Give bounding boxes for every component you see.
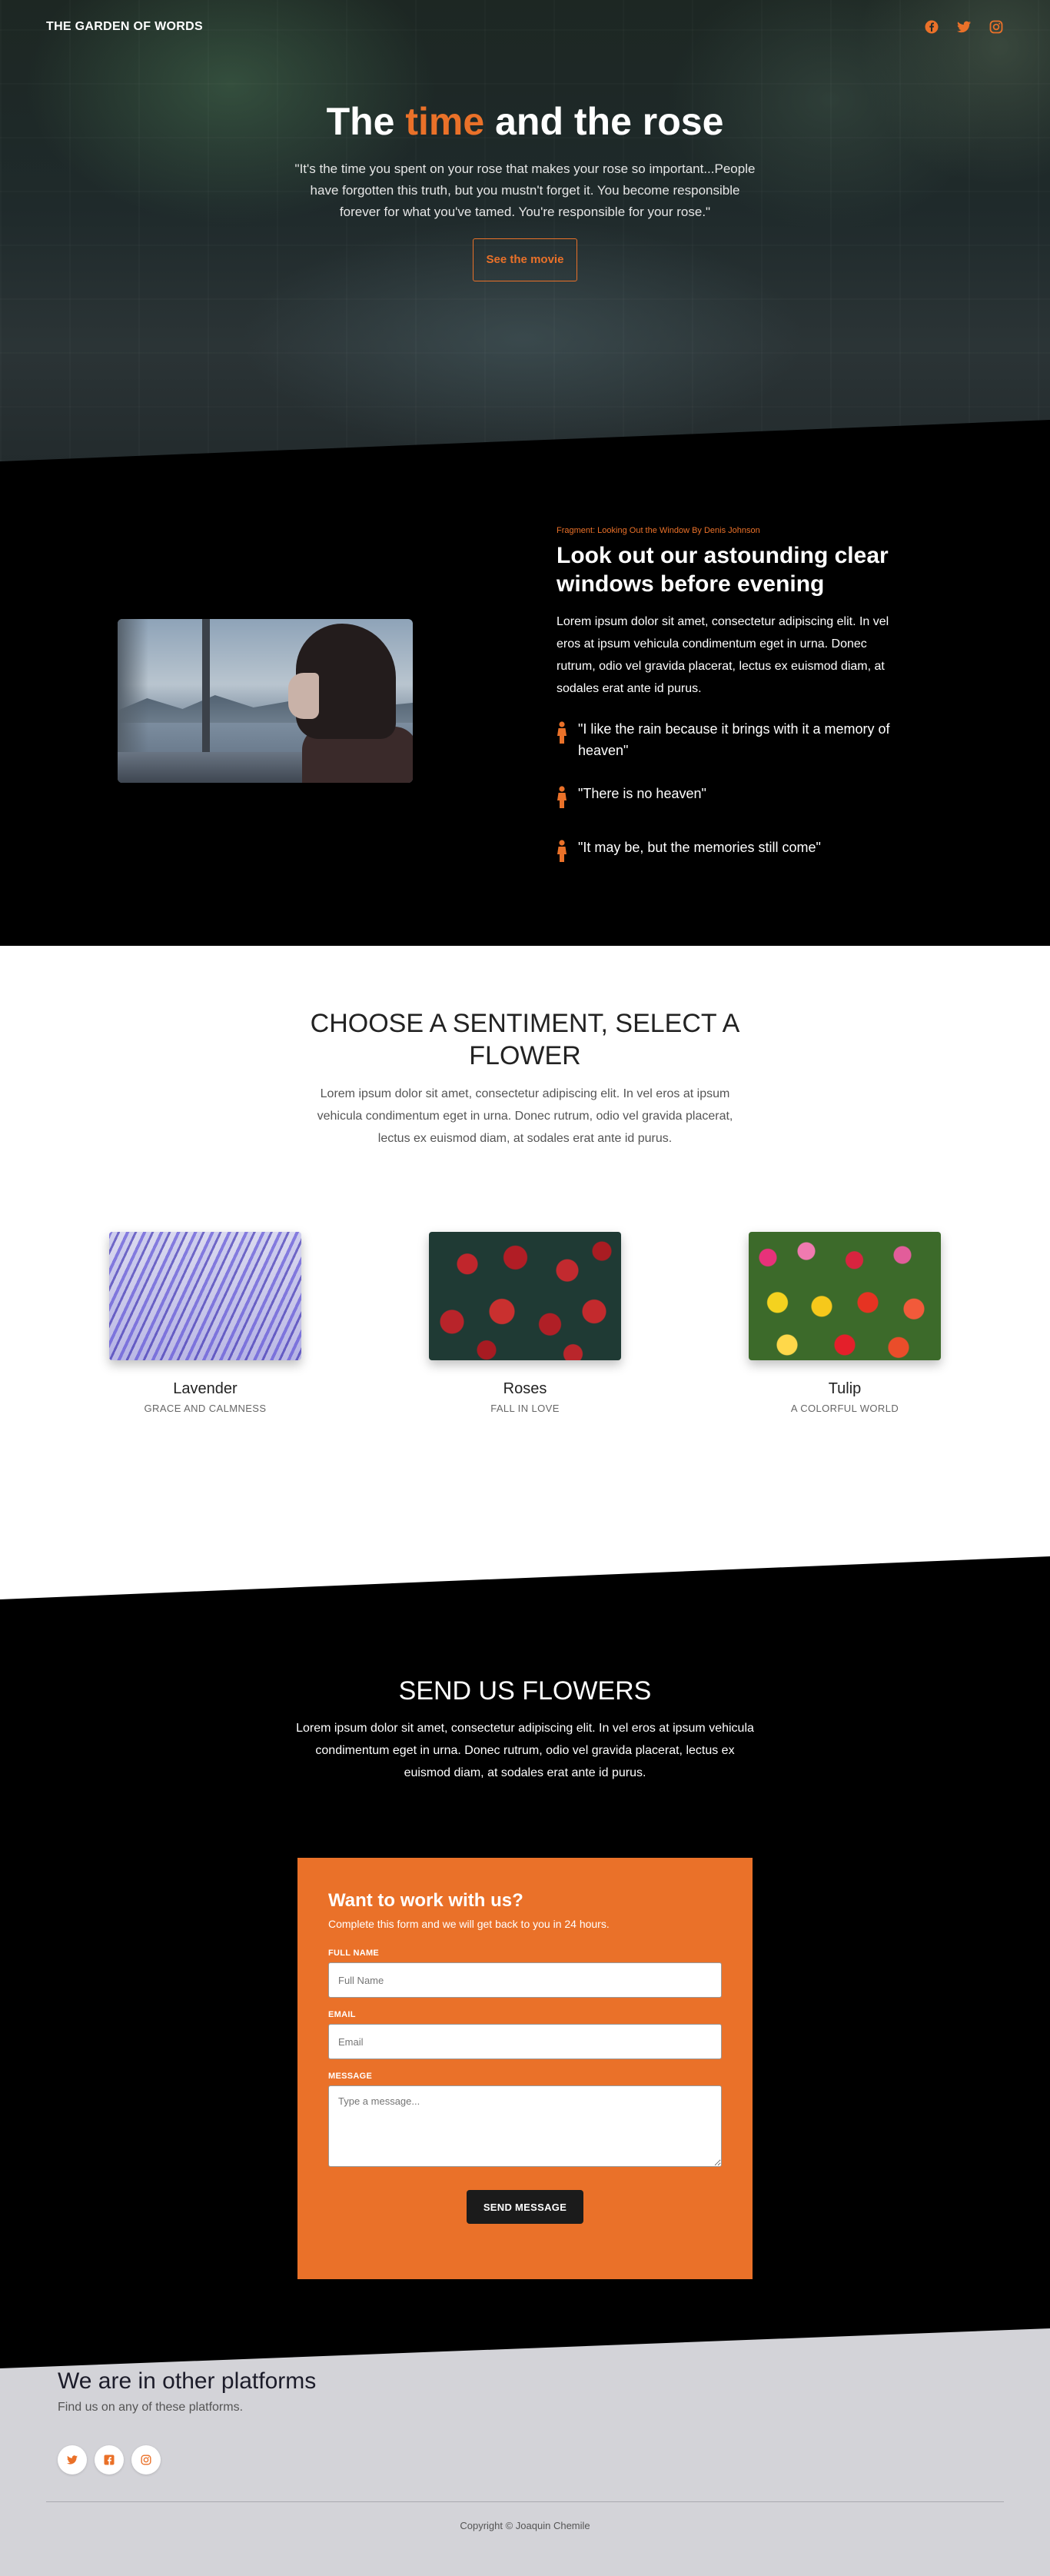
lavender-image: [109, 1232, 301, 1360]
quote-item: "I like the rain because it brings with …: [557, 718, 895, 761]
sentiment-description: Lorem ipsum dolor sit amet, consectetur …: [317, 1087, 733, 1145]
facebook-icon[interactable]: [924, 19, 939, 35]
form-title: Want to work with us?: [328, 1890, 523, 1911]
person-icon: [557, 721, 569, 751]
hero-title-before: The: [326, 100, 395, 143]
fragment-body: Lorem ipsum dolor sit amet, consectetur …: [557, 615, 889, 695]
quote-list: "I like the rain because it brings with …: [557, 718, 895, 869]
flower-name: Lavender: [173, 1380, 238, 1397]
flower-subtitle: GRACE AND CALMNESS: [144, 1403, 267, 1414]
tulip-image: [749, 1232, 941, 1360]
email-input[interactable]: [328, 2024, 722, 2059]
hero-content: The time and the rose "It's the time you…: [0, 100, 1050, 281]
full-name-input[interactable]: [328, 1962, 722, 1998]
nav-social-icons: [924, 19, 1004, 35]
fragment-text: Fragment: Looking Out the Window By Deni…: [557, 526, 895, 890]
hero-title-after: and the rose: [495, 100, 724, 143]
submit-wrap: SEND MESSAGE: [328, 2190, 722, 2224]
fragment-label: Fragment: Looking Out the Window By Deni…: [557, 526, 760, 535]
flower-subtitle: A COLORFUL WORLD: [790, 1403, 899, 1414]
send-message-button[interactable]: SEND MESSAGE: [467, 2190, 583, 2224]
flower-card-lavender[interactable]: Lavender GRACE AND CALMNESS: [109, 1232, 301, 1414]
quote-item: "It may be, but the memories still come": [557, 837, 895, 869]
message-textarea[interactable]: [328, 2085, 722, 2167]
footer-divider-line: [46, 2501, 1004, 2502]
roses-image: [429, 1232, 621, 1360]
quote-text: "I like the rain because it brings with …: [578, 721, 890, 758]
fragment-heading: Look out our astounding clear windows be…: [557, 543, 889, 597]
instagram-icon[interactable]: [131, 2445, 161, 2474]
quote-item: "There is no heaven": [557, 783, 895, 815]
footer-subtitle: Find us on any of these platforms.: [58, 2401, 244, 2414]
hero-section: THE GARDEN OF WORDS The time and the ros…: [0, 0, 1050, 461]
send-description: Lorem ipsum dolor sit amet, consectetur …: [296, 1722, 754, 1779]
person-icon: [557, 840, 569, 869]
facebook-icon[interactable]: [95, 2445, 124, 2474]
hero-title: The time and the rose: [0, 100, 1050, 145]
message-label: MESSAGE: [328, 2072, 373, 2081]
twitter-icon[interactable]: [956, 19, 972, 35]
send-title: SEND US FLOWERS: [398, 1676, 652, 1706]
flower-subtitle: FALL IN LOVE: [490, 1403, 560, 1414]
footer: We are in other platforms Find us on any…: [0, 2328, 1050, 2576]
person-icon: [557, 786, 569, 815]
window-illustration-image: [118, 619, 413, 783]
hero-title-accent: time: [405, 100, 485, 143]
contact-form: Want to work with us? Complete this form…: [297, 1858, 753, 2279]
brand-logo[interactable]: THE GARDEN OF WORDS: [46, 20, 203, 34]
footer-social-row: [58, 2445, 161, 2474]
sentiment-title: CHOOSE A SENTIMENT, SELECT A FLOWER: [310, 1009, 740, 1070]
quote-text: "It may be, but the memories still come": [578, 840, 821, 855]
copyright-text: Copyright © Joaquin Chemile: [460, 2520, 590, 2531]
instagram-icon[interactable]: [989, 19, 1004, 35]
sentiment-section: CHOOSE A SENTIMENT, SELECT A FLOWER Lore…: [0, 946, 1050, 1599]
flower-name: Tulip: [828, 1380, 862, 1397]
flower-card-tulip[interactable]: Tulip A COLORFUL WORLD: [749, 1232, 941, 1414]
twitter-icon[interactable]: [58, 2445, 87, 2474]
flower-card-roses[interactable]: Roses FALL IN LOVE: [429, 1232, 621, 1414]
fragment-section: Fragment: Looking Out the Window By Deni…: [0, 461, 1050, 946]
form-subtitle: Complete this form and we will get back …: [328, 1918, 610, 1930]
send-flowers-section: SEND US FLOWERS Lorem ipsum dolor sit am…: [0, 1556, 1050, 2368]
see-the-movie-button[interactable]: See the movie: [473, 238, 577, 281]
hero-quote: "It's the time you spent on your rose th…: [294, 161, 756, 219]
full-name-label: FULL NAME: [328, 1949, 380, 1958]
quote-text: "There is no heaven": [578, 786, 706, 801]
flower-name: Roses: [503, 1380, 547, 1397]
footer-title: We are in other platforms: [58, 2368, 317, 2394]
top-nav: THE GARDEN OF WORDS: [0, 0, 1050, 54]
email-label: EMAIL: [328, 2010, 356, 2019]
